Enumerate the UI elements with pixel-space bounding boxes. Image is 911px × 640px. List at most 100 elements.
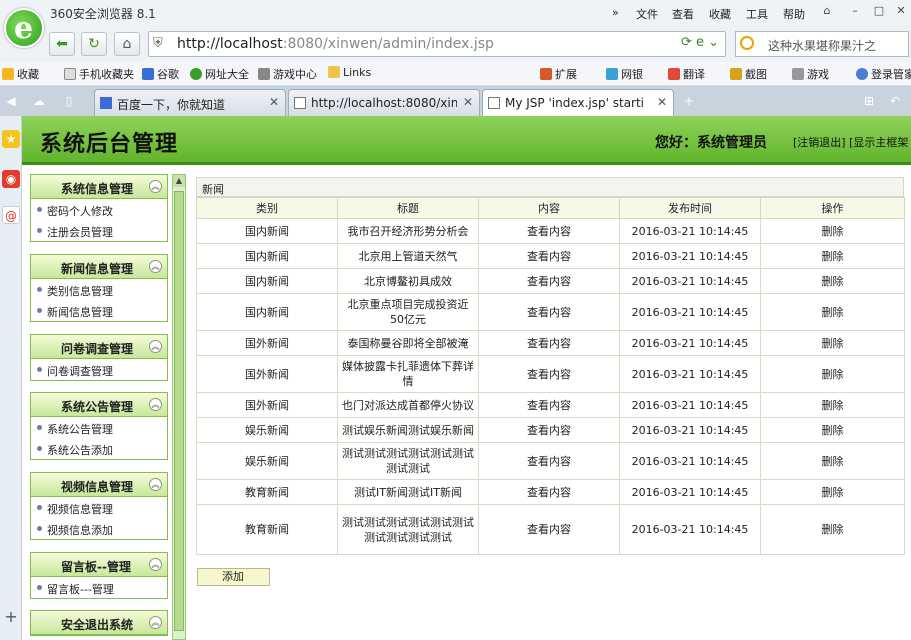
skin-icon[interactable]: ⌂ xyxy=(816,3,838,19)
refresh-icon[interactable]: ↻ xyxy=(81,32,107,56)
view-content-link[interactable]: 查看内容 xyxy=(478,243,620,269)
sidebar-scrollbar[interactable]: ▲ xyxy=(172,174,186,640)
menu-item-password[interactable]: 密码个人修改 xyxy=(31,199,167,220)
scroll-up-icon[interactable]: ▲ xyxy=(173,175,185,187)
view-content-link[interactable]: 查看内容 xyxy=(478,442,620,480)
menu-group-header[interactable]: 安全退出系统 ︽ xyxy=(31,611,167,635)
delete-link[interactable]: 删除 xyxy=(760,330,905,356)
menu-item-notice-add[interactable]: 系统公告添加 xyxy=(31,438,167,459)
gamepad-icon xyxy=(792,68,804,80)
fav-game[interactable]: 游戏 xyxy=(792,66,829,82)
view-content-link[interactable]: 查看内容 xyxy=(478,268,620,294)
view-content-link[interactable]: 查看内容 xyxy=(478,392,620,418)
tab-list-icon[interactable]: ⊞ xyxy=(860,92,878,110)
fav-mobile[interactable]: 手机收藏夹 xyxy=(64,66,134,82)
category-cell: 国内新闻 xyxy=(196,218,338,244)
fav-extensions[interactable]: 扩展 xyxy=(540,66,577,82)
user-icon xyxy=(856,68,868,80)
tab-close-icon[interactable]: ✕ xyxy=(269,95,279,109)
undo-icon[interactable]: ↶ xyxy=(886,92,904,110)
menu-file[interactable]: 文件 xyxy=(636,6,658,22)
menu-group-header[interactable]: 系统信息管理 ︽ xyxy=(31,175,167,199)
close-icon[interactable]: ✕ xyxy=(890,3,911,19)
delete-link[interactable]: 删除 xyxy=(760,479,905,505)
scroll-thumb[interactable] xyxy=(174,191,184,631)
menu-help[interactable]: 帮助 xyxy=(783,6,805,22)
menu-item-guestbook[interactable]: 留言板---管理 xyxy=(31,577,167,598)
maximize-icon[interactable]: □ xyxy=(868,3,890,19)
menu-item-news[interactable]: 新闻信息管理 xyxy=(31,300,167,321)
menu-item-survey[interactable]: 问卷调查管理 xyxy=(31,359,167,380)
url-input[interactable]: ⛨ http://localhost:8080/xinwen/admin/ind… xyxy=(148,31,726,57)
menu-group-header[interactable]: 系统公告管理 ︽ xyxy=(31,393,167,417)
menu-group-header[interactable]: 留言板--管理 ︽ xyxy=(31,553,167,577)
view-content-link[interactable]: 查看内容 xyxy=(478,355,620,393)
weibo-icon[interactable]: ◉ xyxy=(2,170,20,188)
fav-bank[interactable]: 网银 xyxy=(606,66,643,82)
home-icon[interactable]: ⌂ xyxy=(114,32,140,56)
collapse-icon[interactable]: ︽ xyxy=(149,340,162,353)
delete-link[interactable]: 删除 xyxy=(760,243,905,269)
show-frame-link[interactable]: [显示主框架 xyxy=(849,136,908,149)
tab-close-icon[interactable]: ✕ xyxy=(657,95,667,109)
menu-item-categories[interactable]: 类别信息管理 xyxy=(31,279,167,300)
back-arrow-icon[interactable]: ◀ xyxy=(2,92,20,110)
back-arrow-icon[interactable]: ⬅ xyxy=(49,32,75,56)
fav-translate[interactable]: 翻译 xyxy=(668,66,705,82)
delete-link[interactable]: 删除 xyxy=(760,355,905,393)
fav-links[interactable]: Links xyxy=(328,66,371,79)
menu-group-header[interactable]: 视频信息管理 ︽ xyxy=(31,473,167,497)
view-content-link[interactable]: 查看内容 xyxy=(478,293,620,331)
fav-collections[interactable]: 收藏 xyxy=(2,66,39,82)
view-content-link[interactable]: 查看内容 xyxy=(478,417,620,443)
menu-item-video-add[interactable]: 视频信息添加 xyxy=(31,518,167,539)
fav-games[interactable]: 游戏中心 xyxy=(258,66,317,82)
menu-group-header[interactable]: 问卷调查管理 ︽ xyxy=(31,335,167,359)
tab-localhost[interactable]: http://localhost:8080/xinwen ✕ xyxy=(288,89,480,116)
collapse-icon[interactable]: ︽ xyxy=(149,180,162,193)
menu-group-header[interactable]: 新闻信息管理 ︽ xyxy=(31,255,167,279)
collapse-icon[interactable]: ︽ xyxy=(149,260,162,273)
collapse-icon[interactable]: ︽ xyxy=(149,478,162,491)
collapse-icon[interactable]: ︽ xyxy=(149,616,162,629)
search-input[interactable]: 这种水果堪称果汁之 xyxy=(735,31,909,57)
view-content-link[interactable]: 查看内容 xyxy=(478,479,620,505)
new-tab-icon[interactable]: + xyxy=(680,92,698,110)
logout-link[interactable]: [注销退出] xyxy=(793,136,846,149)
fav-sites[interactable]: 网址大全 xyxy=(190,66,249,82)
delete-link[interactable]: 删除 xyxy=(760,504,905,555)
delete-link[interactable]: 删除 xyxy=(760,442,905,480)
delete-link[interactable]: 删除 xyxy=(760,268,905,294)
admin-page: 系统后台管理 您好：系统管理员 [注销退出] [显示主框架 系统信息管理 ︽ 密码… xyxy=(22,116,911,640)
double-chevron-icon[interactable]: » xyxy=(612,6,619,19)
cloud-icon[interactable]: ☁ xyxy=(30,92,48,110)
delete-link[interactable]: 删除 xyxy=(760,293,905,331)
menu-item-members[interactable]: 注册会员管理 xyxy=(31,220,167,241)
url-actions-icon[interactable]: ⟳ e ⌄ xyxy=(681,35,719,50)
tab-baidu[interactable]: 百度一下，你就知道 ✕ xyxy=(94,89,286,116)
tab-close-icon[interactable]: ✕ xyxy=(463,95,473,109)
menu-favorites[interactable]: 收藏 xyxy=(709,6,731,22)
delete-link[interactable]: 删除 xyxy=(760,392,905,418)
collapse-icon[interactable]: ︽ xyxy=(149,558,162,571)
mail-icon[interactable]: @ xyxy=(2,206,20,224)
add-icon[interactable]: + xyxy=(2,608,20,626)
minimize-icon[interactable]: – xyxy=(844,3,866,19)
add-button[interactable]: 添加 xyxy=(197,568,270,586)
view-content-link[interactable]: 查看内容 xyxy=(478,330,620,356)
collapse-icon[interactable]: ︽ xyxy=(149,398,162,411)
menu-item-video-manage[interactable]: 视频信息管理 xyxy=(31,497,167,518)
view-content-link[interactable]: 查看内容 xyxy=(478,504,620,555)
menu-item-notice-manage[interactable]: 系统公告管理 xyxy=(31,417,167,438)
delete-link[interactable]: 删除 xyxy=(760,218,905,244)
tab-index-jsp[interactable]: My JSP 'index.jsp' starting p ✕ xyxy=(482,89,674,116)
menu-view[interactable]: 查看 xyxy=(672,6,694,22)
fav-screenshot[interactable]: 截图 xyxy=(730,66,767,82)
star-icon[interactable]: ★ xyxy=(2,130,20,148)
menu-tools[interactable]: 工具 xyxy=(746,6,768,22)
page-icon[interactable]: ▯ xyxy=(60,92,78,110)
fav-google[interactable]: 谷歌 xyxy=(142,66,179,82)
delete-link[interactable]: 删除 xyxy=(760,417,905,443)
view-content-link[interactable]: 查看内容 xyxy=(478,218,620,244)
fav-login[interactable]: 登录管家 xyxy=(856,66,911,82)
